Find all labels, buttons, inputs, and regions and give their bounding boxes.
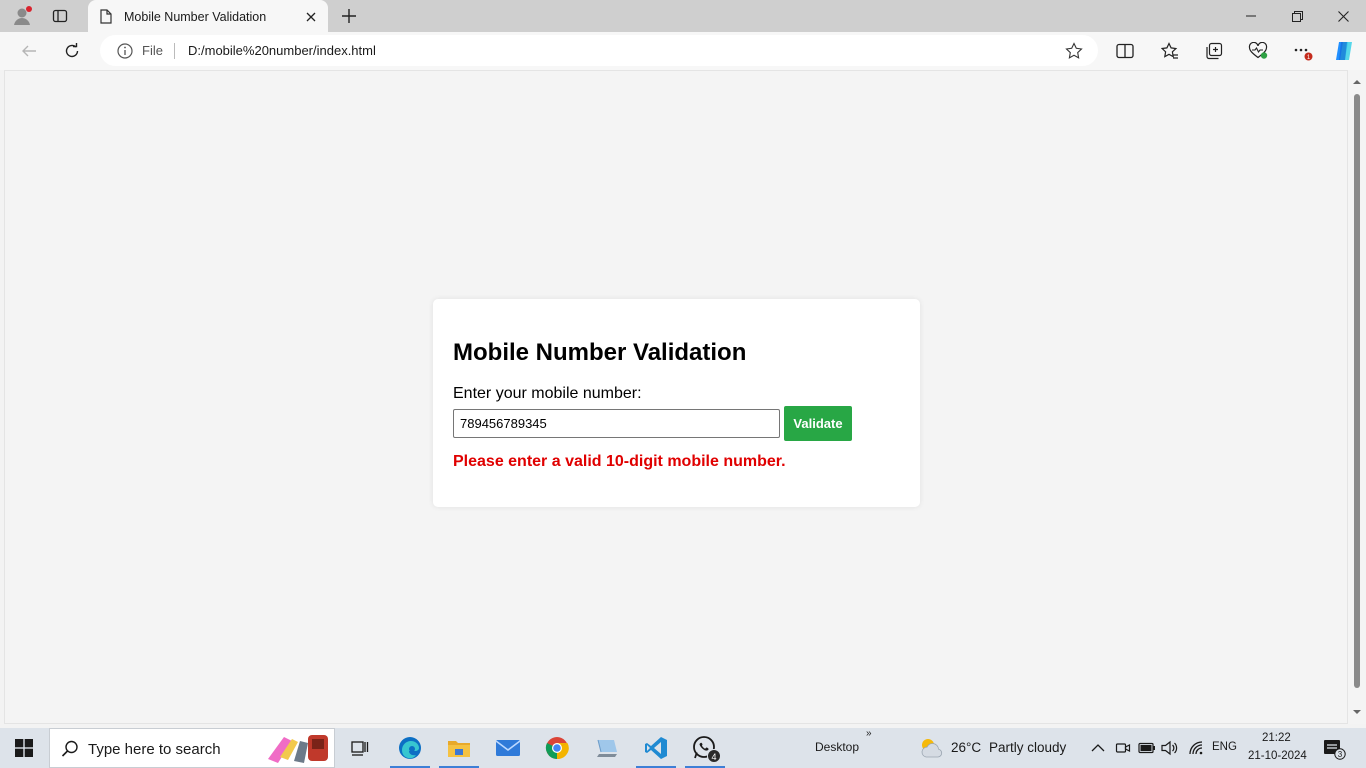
search-placeholder: Type here to search: [88, 741, 221, 758]
start-button[interactable]: [0, 728, 48, 768]
browser-toolbar: File D:/mobile%20number/index.html 1: [0, 32, 1366, 70]
input-language[interactable]: ENG: [1212, 741, 1237, 753]
weather-partly-cloudy-icon[interactable]: [918, 735, 944, 761]
minimize-button[interactable]: [1228, 0, 1274, 32]
edge-taskbar-icon[interactable]: [386, 728, 434, 768]
favorites-icon[interactable]: [1156, 37, 1184, 65]
scroll-down-icon[interactable]: [1353, 708, 1361, 716]
weather-temperature[interactable]: 26°C: [951, 740, 981, 755]
meet-now-icon[interactable]: [1113, 738, 1133, 758]
wifi-icon[interactable]: [1186, 738, 1206, 758]
address-bar[interactable]: File D:/mobile%20number/index.html: [100, 35, 1098, 66]
battery-icon[interactable]: [1137, 738, 1157, 758]
page-viewport: Mobile Number Validation Enter your mobi…: [4, 70, 1348, 724]
show-hidden-icons-chevron-icon[interactable]: [1088, 738, 1108, 758]
mobile-number-input[interactable]: [453, 409, 780, 438]
address-separator: [174, 43, 175, 59]
mail-icon[interactable]: [484, 728, 532, 768]
tab-strip: Mobile Number Validation: [0, 0, 1366, 33]
close-window-button[interactable]: [1320, 0, 1366, 32]
address-url[interactable]: D:/mobile%20number/index.html: [188, 43, 376, 58]
notification-center-icon[interactable]: 3: [1322, 738, 1346, 760]
desktop-toolbar-label[interactable]: Desktop: [815, 740, 859, 754]
search-icon: [61, 740, 78, 757]
whatsapp-badge: 4: [707, 749, 721, 763]
browser-essentials-icon[interactable]: [1244, 37, 1272, 65]
desktop-chevron-icon[interactable]: »: [866, 728, 872, 739]
volume-icon[interactable]: [1160, 738, 1180, 758]
clock-time[interactable]: 21:22: [1262, 732, 1291, 744]
tab-title: Mobile Number Validation: [124, 9, 267, 24]
page-icon: [100, 9, 114, 25]
chrome-icon[interactable]: [533, 728, 581, 768]
tab-mobile-number-validation[interactable]: Mobile Number Validation: [88, 0, 328, 33]
page-scrollbar[interactable]: [1348, 70, 1366, 724]
restore-button[interactable]: [1274, 0, 1320, 32]
file-explorer-icon[interactable]: [435, 728, 483, 768]
windows-taskbar: Type here to search 4 Desktop » 26°C Par…: [0, 728, 1366, 768]
clock-date[interactable]: 21-10-2024: [1248, 750, 1307, 762]
weather-condition[interactable]: Partly cloudy: [989, 740, 1066, 755]
refresh-button[interactable]: [57, 36, 87, 66]
split-screen-icon[interactable]: [1111, 37, 1139, 65]
mobile-input-label: Enter your mobile number:: [453, 385, 642, 402]
favorite-star-icon[interactable]: [1064, 41, 1084, 61]
vertical-tabs-icon[interactable]: [46, 4, 74, 28]
validation-card: Mobile Number Validation Enter your mobi…: [433, 299, 920, 507]
close-tab-icon[interactable]: [302, 8, 320, 26]
task-view-icon[interactable]: [336, 728, 384, 768]
collections-icon[interactable]: [1200, 37, 1228, 65]
windows-logo-icon: [15, 739, 33, 757]
scroll-up-icon[interactable]: [1353, 78, 1361, 86]
this-pc-icon[interactable]: [583, 728, 631, 768]
page-heading: Mobile Number Validation: [453, 339, 747, 366]
more-menu-icon[interactable]: 1: [1288, 37, 1316, 65]
scrollbar-thumb[interactable]: [1354, 94, 1360, 688]
info-icon[interactable]: [116, 42, 134, 60]
search-highlight-illustration-icon[interactable]: [264, 731, 332, 765]
back-button[interactable]: [14, 36, 44, 66]
taskbar-search-box[interactable]: Type here to search: [49, 728, 335, 768]
vscode-icon[interactable]: [632, 728, 680, 768]
scheme-label: File: [142, 43, 163, 58]
notification-count: 3: [1338, 750, 1343, 759]
validate-button[interactable]: Validate: [784, 406, 852, 441]
whatsapp-icon[interactable]: 4: [681, 728, 729, 768]
new-tab-button[interactable]: [336, 3, 362, 29]
profile-icon[interactable]: [8, 4, 36, 28]
copilot-icon[interactable]: [1330, 37, 1358, 65]
error-message: Please enter a valid 10-digit mobile num…: [453, 453, 786, 470]
